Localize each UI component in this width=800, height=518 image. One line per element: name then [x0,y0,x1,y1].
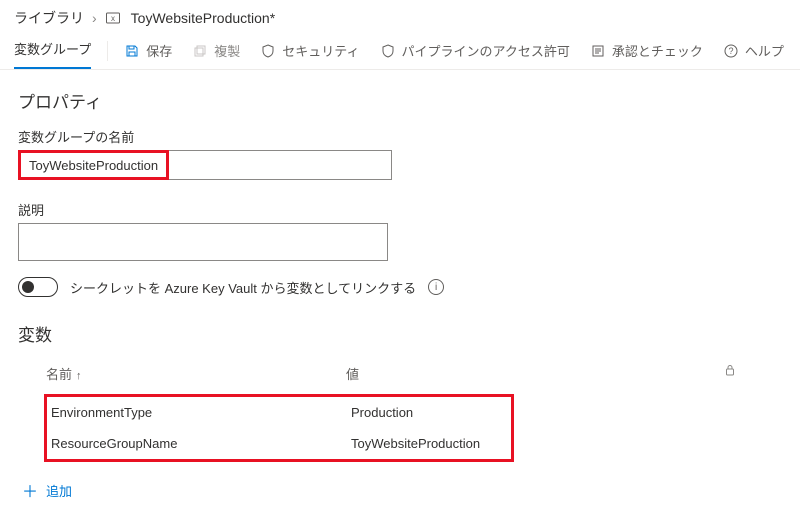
tab-variable-groups[interactable]: 変数グループ [14,39,91,69]
save-button[interactable]: 保存 [124,41,172,66]
info-icon[interactable]: i [428,279,444,295]
checklist-icon [590,43,606,59]
highlight-box-name [18,150,169,180]
add-variable-button[interactable]: ＋ 追加 [0,462,800,518]
breadcrumb: ライブラリ › x ToyWebsiteProduction* [0,0,800,32]
sort-ascending-icon: ↑ [76,370,82,382]
variables-header-row: 名前 ↑ 値 [18,354,782,394]
toolbar-divider [107,41,108,61]
name-input-remainder[interactable] [169,150,392,180]
keyvault-toggle-label: シークレットを Azure Key Vault から変数としてリンクする [70,278,416,297]
help-icon: ? [723,43,739,59]
help-label: ヘルプ [745,41,784,60]
plus-icon: ＋ [22,478,38,502]
highlight-box-variables: EnvironmentType Production ResourceGroup… [44,394,514,462]
clone-button[interactable]: 複製 [192,41,240,66]
clone-icon [192,43,208,59]
lock-icon [724,364,754,383]
variable-row[interactable]: EnvironmentType Production [47,397,511,428]
chevron-right-icon: › [92,10,97,26]
name-field-wrapper [18,150,782,180]
keyvault-link-toggle[interactable] [18,277,58,297]
approvals-button[interactable]: 承認とチェック [590,41,703,66]
variable-row[interactable]: ResourceGroupName ToyWebsiteProduction [47,428,511,459]
name-field-label: 変数グループの名前 [18,127,782,146]
variable-value-cell: Production [351,405,507,420]
description-input[interactable] [18,223,388,261]
help-button[interactable]: ? ヘルプ [723,41,784,66]
save-label: 保存 [146,41,172,60]
pipeline-permissions-button[interactable]: パイプラインのアクセス許可 [380,41,570,66]
variables-heading: 変数 [0,303,800,350]
breadcrumb-root[interactable]: ライブラリ [14,8,84,28]
save-icon [124,43,140,59]
security-label: セキュリティ [282,41,359,60]
properties-heading: プロパティ [0,70,800,119]
shield-icon [260,43,276,59]
svg-text:?: ? [728,46,733,56]
breadcrumb-current: ToyWebsiteProduction* [131,10,275,26]
add-label: 追加 [46,481,72,500]
column-header-name[interactable]: 名前 [46,367,72,382]
clone-label: 複製 [214,41,240,60]
pipeline-permissions-label: パイプラインのアクセス許可 [402,41,570,60]
variable-group-icon: x [105,10,121,26]
approvals-label: 承認とチェック [612,41,703,60]
svg-text:x: x [111,14,115,23]
variable-name-cell: ResourceGroupName [51,436,351,451]
shield-icon [380,43,396,59]
toolbar: 変数グループ 保存 複製 セキュリティ パイプラインのアクセス許可 承認とチェッ… [0,32,800,70]
name-input[interactable] [21,153,166,177]
variable-value-cell: ToyWebsiteProduction [351,436,507,451]
column-header-value[interactable]: 値 [346,367,359,382]
security-button[interactable]: セキュリティ [260,41,359,66]
description-field-label: 説明 [18,200,782,219]
variable-name-cell: EnvironmentType [51,405,351,420]
